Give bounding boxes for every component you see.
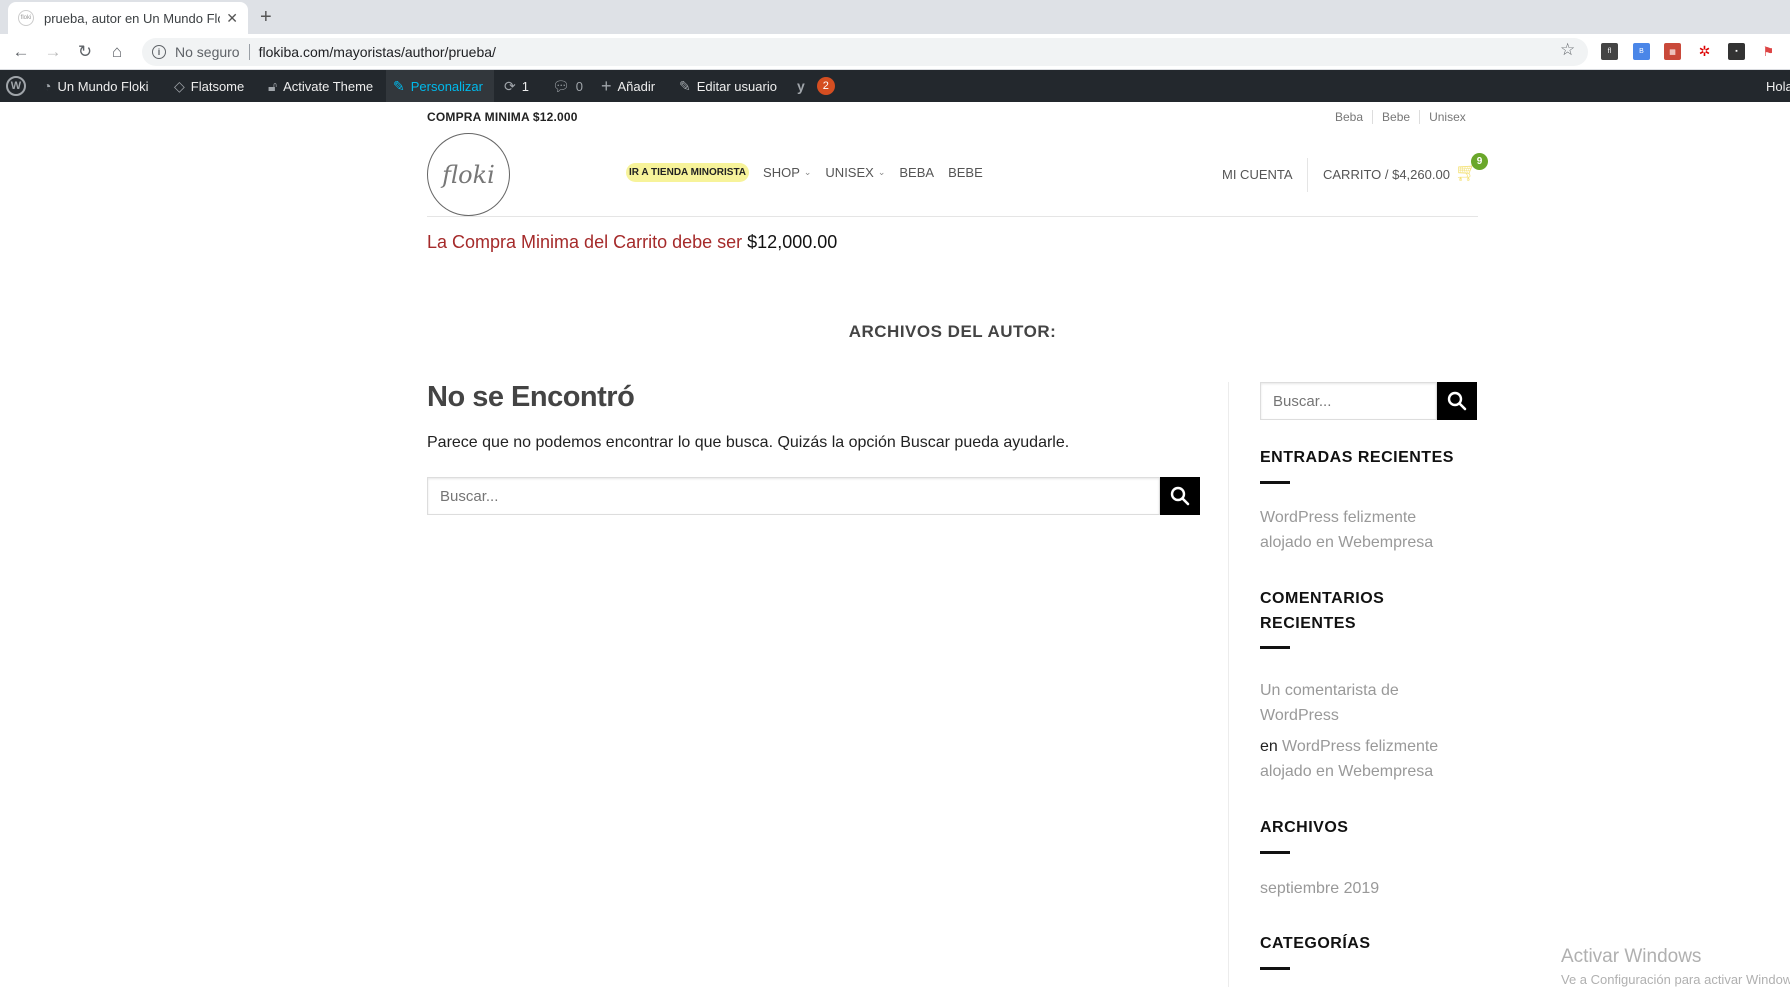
comment-post-link-cont[interactable]: alojado en Webempresa xyxy=(1260,759,1433,784)
yoast-icon: y xyxy=(797,78,805,94)
comment-author-link-cont[interactable]: WordPress xyxy=(1260,703,1339,728)
recent-comments-title-cont: RECIENTES xyxy=(1260,615,1357,632)
home-icon[interactable]: ⌂ xyxy=(106,41,128,63)
unlock-icon: 🔓︎ xyxy=(268,77,278,94)
my-account-link[interactable]: MI CUENTA xyxy=(1222,167,1293,182)
extension-floki-icon[interactable]: fl xyxy=(1601,43,1618,60)
site-info-icon[interactable]: i xyxy=(152,45,166,59)
main-search-input[interactable] xyxy=(427,477,1160,515)
extension-gear-icon[interactable]: ✲ xyxy=(1696,43,1713,60)
chevron-down-icon: ⌄ xyxy=(803,167,812,177)
windows-activation-title: Activar Windows xyxy=(1561,946,1702,967)
admin-theme[interactable]: ◇ Flatsome xyxy=(174,70,244,102)
forward-arrow-icon[interactable]: → xyxy=(42,41,64,63)
admin-yoast[interactable]: y 2 xyxy=(797,70,835,102)
close-tab-icon[interactable]: ✕ xyxy=(226,10,238,27)
comment-author-link[interactable]: Un comentarista de xyxy=(1260,678,1399,703)
top-link-unisex[interactable]: Unisex xyxy=(1419,110,1475,124)
archive-title: ARCHIVOS DEL AUTOR: xyxy=(848,322,1057,341)
flatsome-icon: ◇ xyxy=(174,77,185,94)
wordpress-logo-icon[interactable]: W xyxy=(6,70,26,102)
admin-edit-user[interactable]: ✎ Editar usuario xyxy=(679,70,777,102)
extension-flag-icon[interactable]: ▦ xyxy=(1664,43,1681,60)
nav-item-beba[interactable]: BEBA xyxy=(899,165,934,180)
recent-comments-title: COMENTARIOS xyxy=(1260,590,1385,607)
categories-title: CATEGORÍAS xyxy=(1260,935,1371,952)
extension-translate-icon[interactable]: B xyxy=(1633,43,1650,60)
main-search-form xyxy=(427,477,1200,515)
tab-title: prueba, autor en Un Mundo Floki xyxy=(44,10,221,26)
archive-month-link[interactable]: septiembre 2019 xyxy=(1260,876,1379,901)
wp-admin-bar: W ◔ Un Mundo Floki ◇ Flatsome 🔓︎ Activat… xyxy=(0,70,1790,102)
cart-minimum-notice: La Compra Minima del Carrito debe ser $1… xyxy=(427,232,838,252)
search-icon xyxy=(1447,391,1467,411)
updates-icon: ⟳ xyxy=(504,77,516,94)
top-links: Beba Bebe Unisex xyxy=(1326,110,1475,124)
url-text: flokiba.com/mayoristas/author/prueba/ xyxy=(258,44,496,60)
not-found-heading: No se Encontró xyxy=(427,381,635,413)
widget-title-bar xyxy=(1260,481,1290,484)
plus-icon: + xyxy=(601,75,612,96)
admin-customize[interactable]: ✎ Personalizar xyxy=(386,70,494,102)
comment-post-link[interactable]: WordPress felizmente xyxy=(1282,734,1438,759)
yoast-badge: 2 xyxy=(816,77,835,95)
site-logo[interactable]: floki xyxy=(427,133,510,216)
windows-activation-subtitle: Ve a Configuración para activar Windows. xyxy=(1561,972,1790,987)
header-divider xyxy=(1307,158,1308,192)
widget-title-bar xyxy=(1260,967,1290,970)
address-separator xyxy=(248,44,250,60)
site-favicon-icon: floki xyxy=(18,10,34,26)
sidebar-divider xyxy=(1228,382,1229,987)
new-tab-button[interactable]: + xyxy=(260,6,272,29)
sidebar-search-form xyxy=(1260,382,1477,420)
sidebar-search-input[interactable] xyxy=(1260,382,1437,420)
extension-dark-icon[interactable]: ▪ xyxy=(1728,43,1745,60)
chevron-down-icon: ⌄ xyxy=(877,167,886,177)
main-navigation: IR A TIENDA MINORISTA SHOP ⌄ UNISEX ⌄ BEBA… xyxy=(626,163,997,182)
search-icon xyxy=(1170,486,1190,506)
address-bar[interactable]: i No seguro flokiba.com/mayoristas/autho… xyxy=(142,38,1588,66)
widget-title-bar xyxy=(1260,851,1290,854)
header-rule xyxy=(427,216,1478,217)
dashboard-icon: ◔ xyxy=(43,78,52,94)
cart-minimum-amount: $12,000.00 xyxy=(747,232,838,252)
extension-pdf-icon[interactable]: ⚑ xyxy=(1760,43,1777,60)
back-arrow-icon[interactable]: ← xyxy=(10,41,32,63)
top-minimum-notice: COMPRA MINIMA $12.000 xyxy=(427,110,578,124)
browser-tabstrip: floki prueba, autor en Un Mundo Floki ✕ … xyxy=(0,0,1790,34)
not-found-message: Parece que no podemos encontrar lo que b… xyxy=(427,434,1070,451)
cart-link[interactable]: CARRITO / $4,260.00 xyxy=(1323,167,1450,182)
main-search-button[interactable] xyxy=(1160,477,1200,515)
widget-title-bar xyxy=(1260,646,1290,649)
top-link-beba[interactable]: Beba xyxy=(1326,110,1372,124)
brush-icon: ✎ xyxy=(393,77,405,94)
recent-posts-title: ENTRADAS RECIENTES xyxy=(1260,449,1454,466)
archives-title: ARCHIVOS xyxy=(1260,819,1349,836)
admin-updates[interactable]: ⟳ 1 xyxy=(504,70,529,102)
pencil-icon: ✎ xyxy=(679,77,691,94)
reload-icon[interactable]: ↻ xyxy=(74,41,96,63)
security-label: No seguro xyxy=(175,44,240,60)
nav-item-bebe[interactable]: BEBE xyxy=(948,165,983,180)
nav-item-shop[interactable]: SHOP ⌄ xyxy=(763,165,811,180)
browser-tab[interactable]: floki prueba, autor en Un Mundo Floki ✕ xyxy=(8,2,248,34)
admin-add-new[interactable]: + Añadir xyxy=(601,70,655,102)
admin-activate-theme[interactable]: 🔓︎ Activate Theme xyxy=(268,70,373,102)
admin-account[interactable]: Hola xyxy=(1766,70,1790,102)
nav-item-unisex[interactable]: UNISEX ⌄ xyxy=(825,165,885,180)
admin-comments[interactable]: 💬︎ 0 xyxy=(552,70,583,102)
top-link-bebe[interactable]: Bebe xyxy=(1372,110,1419,124)
comment-bubble-icon: 💬︎ xyxy=(552,77,570,94)
bookmark-star-icon[interactable]: ☆ xyxy=(1560,40,1575,60)
admin-site-name[interactable]: ◔ Un Mundo Floki xyxy=(43,70,149,102)
recent-post-link[interactable]: WordPress felizmente xyxy=(1260,505,1416,530)
browser-toolbar: ← → ↻ ⌂ i No seguro flokiba.com/mayorist… xyxy=(0,34,1790,70)
recent-post-link-cont[interactable]: alojado en Webempresa xyxy=(1260,530,1433,555)
cart-count-badge: 9 xyxy=(1471,153,1488,170)
retail-store-button[interactable]: IR A TIENDA MINORISTA xyxy=(626,163,750,182)
comment-on-text: en xyxy=(1260,738,1278,755)
sidebar-search-button[interactable] xyxy=(1437,382,1477,420)
